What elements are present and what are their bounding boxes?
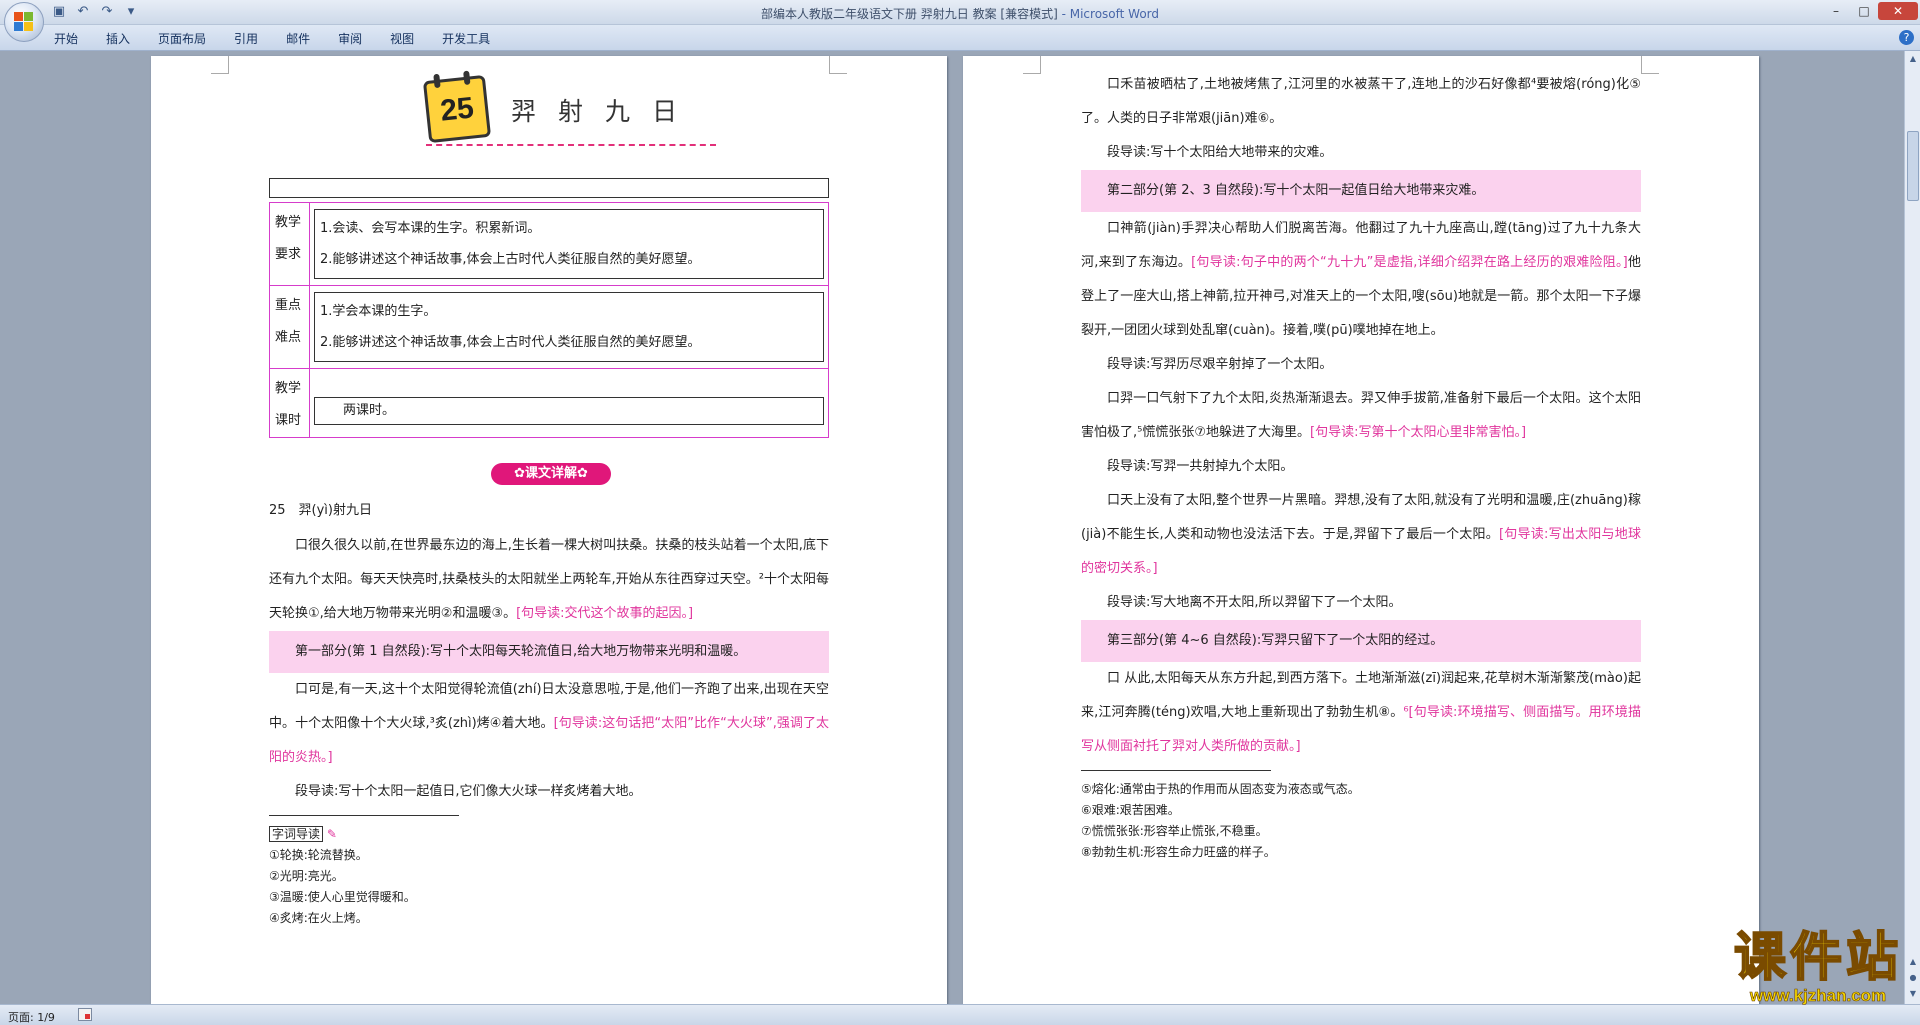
page2-body: 口禾苗被晒枯了,土地被烤焦了,江河里的水被蒸干了,连地上的沙石好像都⁴要被熔(r… <box>1081 68 1641 863</box>
paragraph-guide: 段导读:写羿历尽艰辛射掉了一个太阳。 <box>1107 357 1333 372</box>
footnote: ①轮换:轮流替换。 <box>269 848 368 862</box>
footnote: ⑦慌慌张张:形容举止慌张,不稳重。 <box>1081 824 1268 838</box>
paragraph-guide: 段导读:写十个太阳一起值日,它们像大火球一样炙烤着大地。 <box>295 784 642 799</box>
next-page-icon[interactable]: ▼ <box>1905 986 1920 1002</box>
scroll-up-icon[interactable]: ▲ <box>1905 51 1920 67</box>
proofing-icon[interactable] <box>78 1008 92 1021</box>
watermark-title: 课件站 <box>1733 928 1902 988</box>
window-title: 部编本人教版二年级语文下册 羿射九日 教案 [兼容模式] - Microsoft… <box>760 7 1160 21</box>
minimize-icon[interactable]: – <box>1822 2 1850 20</box>
row-label: 教学课时 <box>270 369 310 437</box>
window-controls: – □ ✕ <box>1822 2 1918 20</box>
scroll-thumb[interactable] <box>1907 131 1919 201</box>
help-icon[interactable]: ? <box>1899 30 1914 45</box>
browse-object-icon[interactable]: ● <box>1905 970 1920 986</box>
row-label: 教学要求 <box>270 203 310 285</box>
tab-home[interactable]: 开始 <box>54 30 78 47</box>
row-label: 重点难点 <box>270 286 310 368</box>
paragraph-guide: 段导读:写羿一共射掉九个太阳。 <box>1107 459 1294 474</box>
banner-underline <box>426 144 716 146</box>
page-1: 25 羿射九日 教学要求 1.会读、会写本课的生字。积累新词。 2.能够讲述这个… <box>151 56 947 1004</box>
paragraph-guide: 段导读:写十个太阳给大地带来的灾难。 <box>1107 145 1333 160</box>
footnote: ②光明:亮光。 <box>269 869 344 883</box>
footnote-separator <box>269 815 459 816</box>
margin-mark <box>829 56 847 74</box>
ribbon-tabs: 开始 插入 页面布局 引用 邮件 审阅 视图 开发工具 <box>54 30 490 47</box>
table-row: 重点难点 1.学会本课的生字。 2.能够讲述这个神话故事,体会上古时代人类征服自… <box>270 286 828 369</box>
footnote: ③温暖:使人心里觉得暖和。 <box>269 890 416 904</box>
ribbon: 开始 插入 页面布局 引用 邮件 审阅 视图 开发工具 ? <box>0 25 1920 51</box>
watermark-url: www.kjzhan.com <box>1749 986 1887 1006</box>
paragraph: 口很久很久以前,在世界最东边的海上,生长着一棵大树叫扶桑。扶桑的枝头站着一个太阳… <box>269 538 829 621</box>
paragraph: 口神箭(jiàn)手羿决心帮助人们脱离苦海。他翻过了九十九座高山,蹚(tāng)… <box>1081 221 1641 338</box>
margin-mark <box>1023 56 1041 74</box>
office-logo-icon <box>14 12 34 32</box>
paragraph: 口羿一口气射下了九个太阳,炎热渐渐退去。羿又伸手拔箭,准备射下最后一个太阳。这个… <box>1081 391 1641 440</box>
vertical-scrollbar[interactable]: ▲ ▲ ● ▼ <box>1904 51 1920 1004</box>
tab-mailings[interactable]: 邮件 <box>286 30 310 47</box>
tab-references[interactable]: 引用 <box>234 30 258 47</box>
footnote: ④炙烤:在火上烤。 <box>269 911 368 925</box>
lesson-title: 羿射九日 <box>511 97 700 126</box>
section-summary: 第一部分(第 1 自然段):写十个太阳每天轮流值日,给大地万物带来光明和温暖。 <box>269 631 829 673</box>
section-summary: 第二部分(第 2、3 自然段):写十个太阳一起值日给大地带来灾难。 <box>1081 170 1641 212</box>
margin-mark <box>211 56 229 74</box>
office-button[interactable] <box>4 2 44 42</box>
title-bar: ▣ ↶ ↷ ▾ 部编本人教版二年级语文下册 羿射九日 教案 [兼容模式] - M… <box>0 0 1920 42</box>
paragraph: 口天上没有了太阳,整个世界一片黑暗。羿想,没有了太阳,就没有了光明和温暖,庄(z… <box>1081 493 1641 576</box>
status-bar: 页面: 1/9 <box>0 1004 1920 1025</box>
table-cell: 1.会读、会写本课的生字。积累新词。 2.能够讲述这个神话故事,体会上古时代人类… <box>314 209 824 279</box>
tab-page-layout[interactable]: 页面布局 <box>158 30 206 47</box>
table-cell: 两课时。 <box>314 397 824 425</box>
paragraph: 口可是,有一天,这十个太阳觉得轮流值(zhí)日太没意思啦,于是,他们一齐跑了出… <box>269 682 829 765</box>
lesson-heading: 25 羿(yì)射九日 <box>269 503 372 518</box>
table-cell: 1.学会本课的生字。 2.能够讲述这个神话故事,体会上古时代人类征服自然的美好愿… <box>314 292 824 362</box>
page1-body: 25 羿(yì)射九日 口很久很久以前,在世界最东边的海上,生长着一棵大树叫扶桑… <box>269 499 829 929</box>
document-area: 25 羿射九日 教学要求 1.会读、会写本课的生字。积累新词。 2.能够讲述这个… <box>0 51 1904 1004</box>
paragraph-guide: 段导读:写大地离不开太阳,所以羿留下了一个太阳。 <box>1107 595 1402 610</box>
margin-mark <box>1641 56 1659 74</box>
table-row: 教学课时 两课时。 <box>270 369 828 437</box>
lesson-banner: 25 羿射九日 <box>422 70 716 148</box>
tab-developer[interactable]: 开发工具 <box>442 30 490 47</box>
calendar-icon: 25 <box>422 70 492 144</box>
footnote: ⑤熔化:通常由于热的作用而从固态变为液态或气态。 <box>1081 782 1360 796</box>
tab-view[interactable]: 视图 <box>390 30 414 47</box>
tab-insert[interactable]: 插入 <box>106 30 130 47</box>
maximize-icon[interactable]: □ <box>1850 2 1878 20</box>
tab-review[interactable]: 审阅 <box>338 30 362 47</box>
watermark: 课件站 www.kjzhan.com <box>1733 928 1902 1006</box>
lesson-number: 25 <box>438 91 476 128</box>
table-row: 教学要求 1.会读、会写本课的生字。积累新词。 2.能够讲述这个神话故事,体会上… <box>270 203 828 286</box>
paragraph: 口禾苗被晒枯了,土地被烤焦了,江河里的水被蒸干了,连地上的沙石好像都⁴要被熔(r… <box>1081 77 1641 126</box>
footnote: ⑥艰难:艰苦困难。 <box>1081 803 1180 817</box>
footnote-heading: 字词导读 ✎ <box>269 824 829 845</box>
table-header-row <box>269 178 829 198</box>
page-indicator[interactable]: 页面: 1/9 <box>8 1009 55 1025</box>
section-badge: ✿课文详解✿ <box>491 463 611 485</box>
footnote: ⑧勃勃生机:形容生命力旺盛的样子。 <box>1081 845 1276 859</box>
footnote-separator <box>1081 770 1271 771</box>
teaching-table: 教学要求 1.会读、会写本课的生字。积累新词。 2.能够讲述这个神话故事,体会上… <box>269 202 829 438</box>
section-summary: 第三部分(第 4~6 自然段):写羿只留下了一个太阳的经过。 <box>1081 620 1641 662</box>
close-icon[interactable]: ✕ <box>1878 2 1918 20</box>
paragraph: 口 从此,太阳每天从东方升起,到西方落下。土地渐渐滋(zī)润起来,花草树木渐渐… <box>1081 671 1641 754</box>
page-2: 口禾苗被晒枯了,土地被烤焦了,江河里的水被蒸干了,连地上的沙石好像都⁴要被熔(r… <box>963 56 1759 1004</box>
previous-page-icon[interactable]: ▲ <box>1905 954 1920 970</box>
